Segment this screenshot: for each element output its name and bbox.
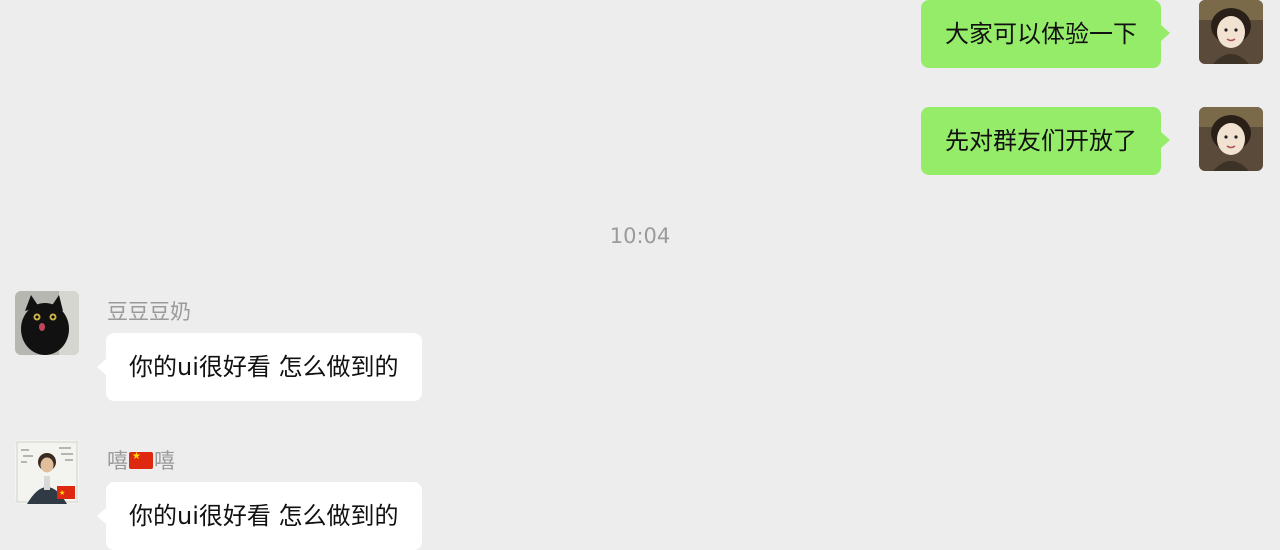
portrait-avatar-image	[1199, 107, 1263, 171]
sender-name-part: 嘻	[107, 449, 128, 473]
self-avatar[interactable]	[1199, 107, 1263, 171]
svg-text:★: ★	[59, 489, 65, 497]
black-cat-avatar-image	[15, 291, 79, 355]
illustrated-person-avatar-image: ★	[15, 440, 79, 504]
message-timestamp: 10:04	[609, 224, 671, 248]
sender-name: 嘻嘻	[107, 445, 175, 475]
outgoing-message-bubble[interactable]: 大家可以体验一下	[921, 0, 1170, 68]
contact-avatar[interactable]: ★	[15, 440, 79, 504]
message-text: 你的ui很好看 怎么做到的	[129, 502, 399, 530]
outgoing-message-bubble[interactable]: 先对群友们开放了	[921, 107, 1170, 175]
message-text: 先对群友们开放了	[945, 127, 1137, 155]
portrait-avatar-image	[1199, 0, 1263, 64]
self-avatar[interactable]	[1199, 0, 1263, 64]
chat-message-area[interactable]: 大家可以体验一下 先对群友们开放了 10:04 豆豆豆奶 你的ui很好看 怎么做…	[0, 0, 1280, 550]
sender-name: 豆豆豆奶	[107, 300, 191, 324]
message-text: 你的ui很好看 怎么做到的	[129, 353, 399, 381]
incoming-message-bubble[interactable]: 你的ui很好看 怎么做到的	[97, 333, 422, 401]
message-text: 大家可以体验一下	[945, 20, 1137, 48]
contact-avatar[interactable]	[15, 291, 79, 355]
china-flag-icon	[129, 450, 153, 469]
sender-name-part: 嘻	[154, 449, 175, 473]
incoming-message-bubble[interactable]: 你的ui很好看 怎么做到的	[97, 482, 422, 550]
